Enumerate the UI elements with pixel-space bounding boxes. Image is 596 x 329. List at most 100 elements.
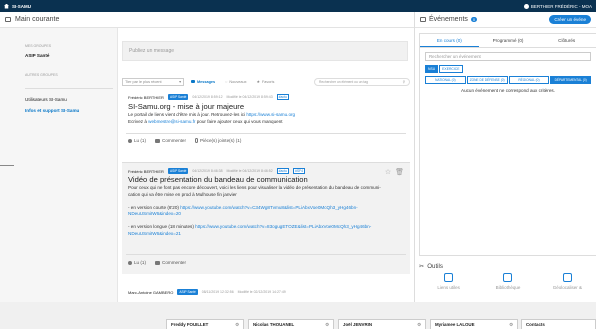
tab-current[interactable]: En cours (0) — [420, 34, 479, 47]
tab-favorites[interactable]: ★ Favoris — [254, 79, 278, 85]
comment-button[interactable]: Commenter — [155, 138, 186, 143]
compose-input[interactable]: Publiez un message — [122, 41, 408, 61]
tab-messages[interactable]: Messages — [188, 80, 218, 84]
post-modified: Modifié le 04/12/2019 8:59:43 — [226, 95, 273, 99]
chat-tab[interactable]: Freddy FOUILLET ⚙ — [166, 319, 244, 329]
tab-new[interactable]: ◌ Nouveaux — [222, 80, 249, 84]
filter-zone-defense[interactable]: ZONE DE DÉFENSE (0) — [466, 76, 508, 84]
post-modified: Modifié le 04/12/2019 8:46:52 — [226, 169, 273, 173]
video-link-long[interactable]: https://www.youtube.com/watch?v=83ogugET… — [195, 224, 371, 229]
groups-sidebar: MES GROUPES ASIP Santé AUTRES GROUPES Ut… — [0, 28, 118, 302]
post-date: 04/12/2019 8:46:38 — [192, 169, 223, 173]
bell-icon: ◌ — [225, 79, 228, 84]
post-tag[interactable]: #actu — [276, 168, 289, 174]
events-count-badge: 0 — [470, 17, 478, 22]
top-bar: SI-SAMU BERTHIER FRÉDÉRIC - MOA — [0, 0, 596, 12]
post-author[interactable]: Frédéric BERTHIER — [128, 169, 164, 174]
read-count-button[interactable]: Lu (1) — [128, 138, 146, 143]
post-title: SI-Samu.org - mise à jour majeure — [128, 102, 245, 111]
user-menu[interactable]: BERTHIER FRÉDÉRIC - MOA — [523, 3, 592, 9]
tool-library-label: Bibliothèque — [495, 285, 521, 290]
events-search-input[interactable]: Rechercher un événement — [425, 52, 591, 61]
settings-icon[interactable]: ⚙ — [417, 322, 421, 328]
post-body: Le portail de liens vient d'être mis à j… — [128, 112, 402, 125]
filter-nsu[interactable]: NSU — [425, 65, 439, 73]
settings-icon[interactable]: ⚙ — [235, 322, 239, 328]
events-panel: Événements 0 Créer un événe En cours (0)… — [414, 12, 596, 302]
read-count-button[interactable]: Lu (1) — [128, 260, 146, 265]
post-icons: ☆ 🗑 — [385, 168, 404, 176]
comment-button[interactable]: Commenter — [155, 260, 186, 265]
sidebar-divider — [25, 88, 113, 89]
post-author[interactable]: Frédéric BERTHIER — [128, 95, 164, 100]
tools-title: Outils — [427, 262, 444, 270]
sidebar-item-infos-support[interactable]: Infos et support SI-Samu — [25, 108, 79, 113]
post-text: pour faire ajouter ceux qui vous manquen… — [195, 118, 283, 124]
post-tag[interactable]: #SF4 — [292, 168, 306, 174]
post-text: Le portail de liens vient d'être mis à j… — [128, 112, 247, 117]
calendar-icon — [420, 17, 426, 22]
post-modified: Modifié le 02/12/2019 14:27:49 — [237, 290, 286, 294]
post-email-link[interactable]: webmestre@si-samu.fr — [148, 119, 195, 124]
settings-icon[interactable]: ⚙ — [509, 322, 513, 328]
events-tabs: En cours (0) Programmé (0) Clôturés — [420, 34, 596, 48]
star-icon[interactable]: ☆ — [385, 168, 391, 176]
group-badge: ASIP Santé — [177, 289, 198, 295]
star-icon: ★ — [256, 80, 260, 84]
video-link-long-cont[interactable]: NDeuUSmiIW6&index=21 — [128, 231, 181, 236]
post-link[interactable]: https://www.si-samu.org — [246, 112, 295, 117]
contacts-tab[interactable]: Contacts — [521, 319, 596, 329]
trash-icon[interactable]: 🗑 — [395, 168, 404, 176]
post-author[interactable]: Marc-Antoine GAMBERO — [128, 290, 173, 295]
settings-icon[interactable]: ⚙ — [325, 322, 329, 328]
tab-new-label: Nouveaux — [229, 79, 247, 84]
video-link-short-cont[interactable]: NDeuUSmiIW6&index=20 — [128, 211, 181, 216]
tab-upcoming[interactable]: Programmé (0) — [479, 34, 538, 47]
read-count-label: Lu (1) — [134, 138, 147, 143]
events-title: Événements — [429, 16, 468, 23]
post-divider — [126, 133, 406, 134]
tool-library[interactable]: Bibliothèque — [478, 273, 537, 302]
filter-exercice[interactable]: EXERCICE — [439, 65, 463, 73]
post-card: Frédéric BERTHIER ASIP Santé 04/12/2019 … — [122, 162, 410, 274]
post-text: Pour ceux qui ne font pas encore découve… — [128, 185, 381, 190]
chat-bar: Freddy FOUILLET ⚙ Nicolas THOUANEL ⚙ Joël … — [0, 302, 596, 329]
tab-closed[interactable]: Clôturés — [537, 34, 596, 47]
link-icon — [444, 273, 454, 282]
chat-name: Myriamee LALOUE — [435, 322, 475, 327]
paperclip-icon — [195, 138, 199, 143]
post-actions: Lu (1) Commenter Pièce(s) jointe(s) (1) — [128, 138, 241, 143]
video-link-short[interactable]: https://www.youtube.com/watch?v=C34Wg8Tv… — [180, 205, 357, 210]
post-date: 04/12/2019 8:59:12 — [192, 95, 223, 99]
post-meta: Marc-Antoine GAMBERO ASIP Santé 08/11/20… — [128, 289, 286, 295]
read-count-label: Lu (1) — [134, 260, 147, 265]
events-box: En cours (0) Programmé (0) Clôturés Rech… — [419, 33, 596, 256]
chat-name: Nicolas THOUANEL — [253, 322, 295, 327]
sidebar-item-asip-sante[interactable]: ASIP Santé — [25, 53, 49, 58]
comment-label: Commenter — [162, 138, 187, 143]
create-event-button[interactable]: Créer un événe — [549, 15, 591, 24]
chat-tab[interactable]: Myriamee LALOUE ⚙ — [430, 319, 518, 329]
filter-departemental[interactable]: DÉPARTEMENTAL (0) — [550, 76, 591, 84]
app-brand[interactable]: SI-SAMU — [4, 3, 31, 9]
tool-links[interactable]: Liens utiles — [419, 273, 478, 302]
chat-tab[interactable]: Nicolas THOUANEL ⚙ — [248, 319, 334, 329]
library-icon — [503, 273, 513, 282]
tool-geolocate[interactable]: Géolocaliser & — [538, 273, 596, 302]
post-card: Marc-Antoine GAMBERO ASIP Santé 08/11/20… — [122, 284, 410, 302]
post-tag[interactable]: #actu — [276, 94, 289, 100]
chat-name: Joël JENVRIN — [343, 322, 373, 327]
chat-tab[interactable]: Joël JENVRIN ⚙ — [338, 319, 426, 329]
filter-regional[interactable]: RÉGIONAL (0) — [508, 76, 550, 84]
user-name: BERTHIER FRÉDÉRIC - MOA — [530, 3, 592, 9]
feed-search-placeholder: Rechercher un élément ou un tag — [319, 79, 368, 84]
group-badge: ASIP Santé — [167, 94, 189, 100]
geolocate-icon — [562, 273, 572, 282]
sidebar-item-utilisateurs[interactable]: Utilisateurs SI-Samu — [25, 97, 67, 102]
eye-icon — [128, 138, 132, 143]
attachments-button[interactable]: Pièce(s) jointe(s) (1) — [195, 138, 241, 143]
sort-select[interactable]: Tier par le plus récent ▾ — [122, 77, 184, 86]
feed-search-input[interactable]: Rechercher un élément ou un tag ⚲ — [314, 77, 410, 86]
tool-links-label: Liens utiles — [437, 285, 460, 290]
filter-national[interactable]: NATIONAL (0) — [425, 76, 466, 84]
